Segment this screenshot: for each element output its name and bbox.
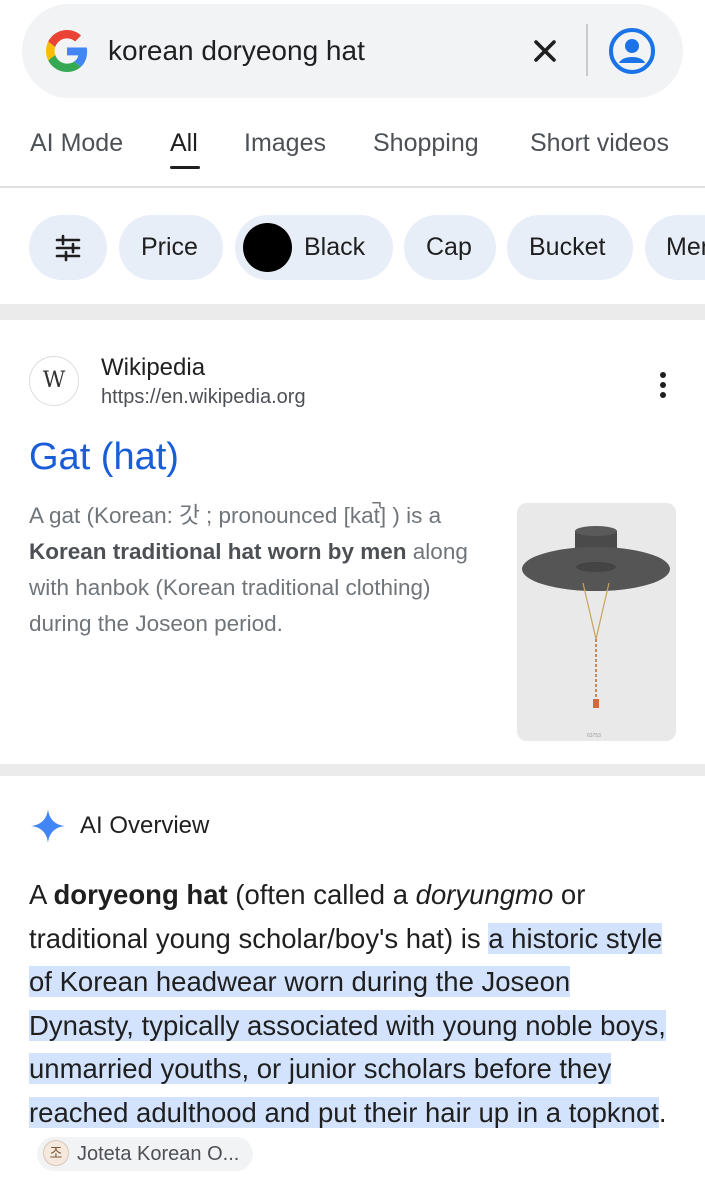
result-snippet: A gat (Korean: 갓 ; pronounced [kat̚] ) i… [29,498,489,642]
ai-bold: doryeong hat [53,879,228,910]
ai-overview-body: A doryeong hat (often called a doryungmo… [29,873,679,1178]
section-divider [0,304,705,320]
ai-text: . [658,1096,667,1128]
tab-images[interactable]: Images [244,128,326,158]
filter-chip-price[interactable]: Price [119,215,223,280]
google-logo-icon [46,30,88,72]
result-thumbnail[interactable]: 63753 [517,503,676,741]
gat-hat-image [517,503,676,741]
filter-chip-cap[interactable]: Cap [404,215,496,280]
chip-label: Cap [426,233,472,261]
filter-chips: Price Black Cap Bucket Men [0,190,705,304]
tab-shopping[interactable]: Shopping [373,128,479,158]
snippet-text: A gat (Korean: 갓 ; pronounced [kat̚] ) i… [29,503,442,528]
site-url[interactable]: https://en.wikipedia.org [101,384,306,410]
sparkle-icon [31,809,65,843]
filter-chip-bucket[interactable]: Bucket [507,215,633,280]
chip-label: Men [666,233,705,261]
snippet-bold: Korean traditional hat worn by men [29,539,407,564]
more-vert-icon[interactable] [650,370,676,400]
thumbnail-caption: 63753 [587,733,601,739]
filter-chip-men[interactable]: Men [645,215,705,280]
account-icon[interactable] [608,27,656,75]
chip-label: Black [304,233,366,261]
tab-ai-mode[interactable]: AI Mode [30,128,123,158]
source-favicon-icon: 조 [43,1140,69,1167]
section-divider [0,764,705,776]
search-input[interactable]: korean doryeong hat [108,34,365,68]
source-label: Joteta Korean O... [77,1142,240,1165]
ai-text: A [29,879,54,910]
close-icon[interactable] [527,33,563,69]
chip-label: Price [141,233,198,261]
tab-all[interactable]: All [170,128,198,158]
filter-chip-black[interactable]: Black [235,215,393,280]
ai-italic: doryungmo [415,879,554,910]
search-tabs: AI Mode All Images Shopping Short videos [0,110,705,188]
chip-label: Bucket [529,233,606,261]
site-name[interactable]: Wikipedia [101,353,205,383]
active-tab-indicator [170,166,200,169]
black-swatch-icon [243,223,292,272]
divider [586,24,588,76]
tab-short-videos[interactable]: Short videos [530,128,669,158]
filter-sliders-icon [55,234,81,262]
search-bar[interactable]: korean doryeong hat [22,4,683,98]
source-chip[interactable]: 조 Joteta Korean O... [37,1136,254,1171]
wikipedia-favicon-icon: W [29,356,79,406]
ai-overview-heading: AI Overview [80,812,210,839]
result-title-link[interactable]: Gat (hat) [29,433,179,481]
ai-text: (often called a [227,879,416,910]
filter-chip-tools[interactable] [29,215,107,280]
